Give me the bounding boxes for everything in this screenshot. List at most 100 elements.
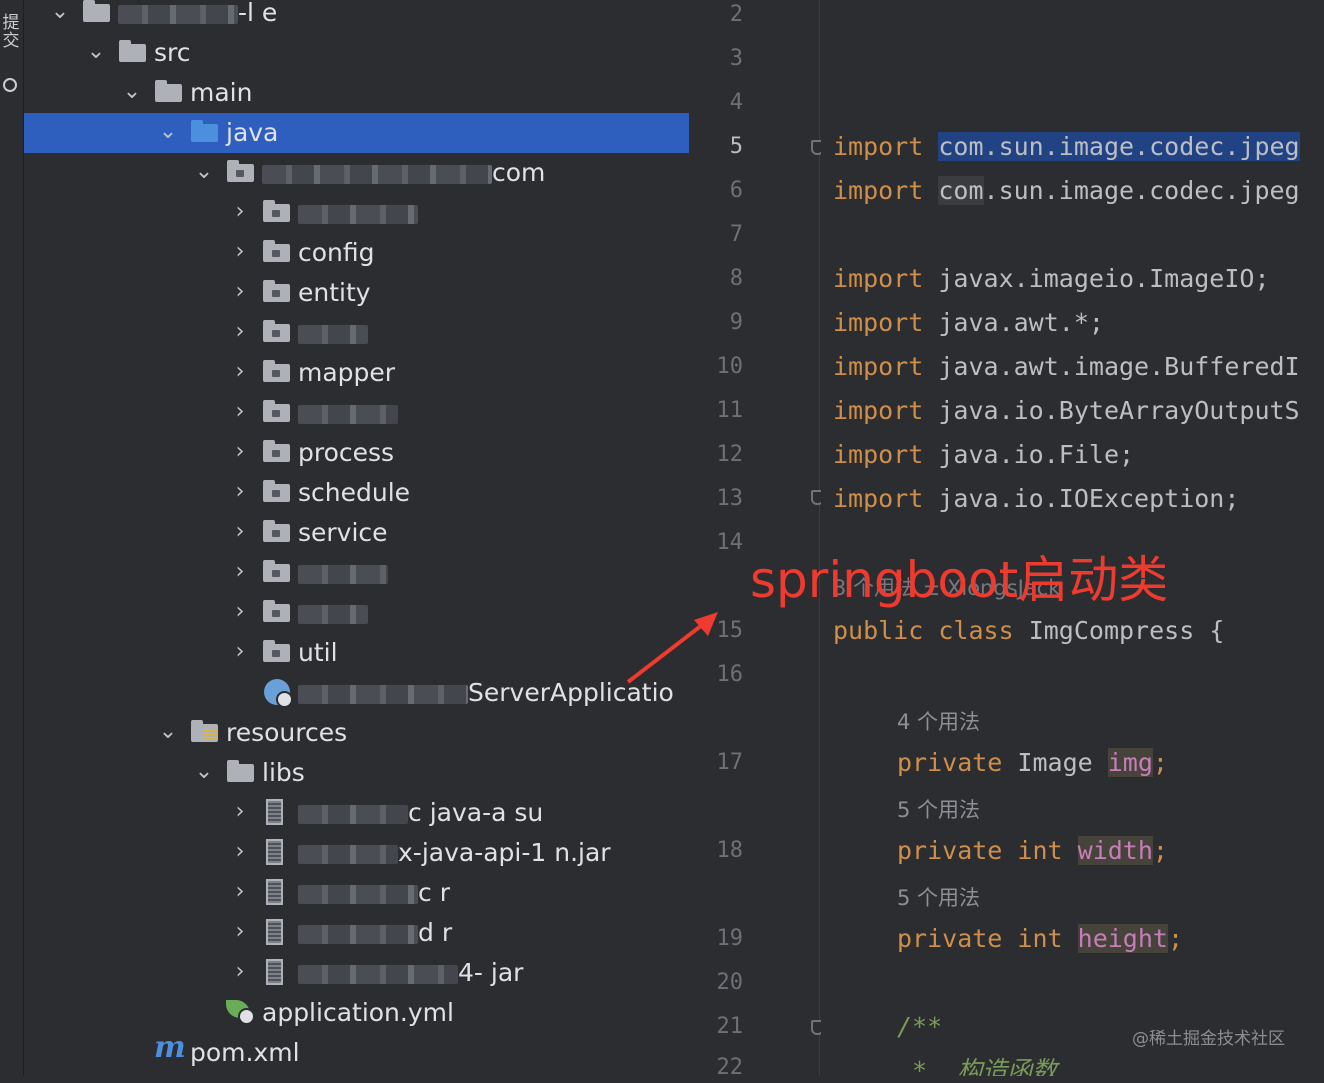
chevron-down-icon[interactable]: ⌄ — [84, 33, 108, 73]
commit-tool-tab[interactable]: 提交 — [1, 14, 21, 50]
code-editor[interactable]: import com.sun.image.codec.jpeg import c… — [821, 0, 1324, 1076]
chevron-down-icon[interactable]: ⌄ — [156, 713, 180, 753]
tree-row-jar-2[interactable]: › x-java-api-1 n.jar — [24, 833, 689, 873]
line-number: 11 — [716, 398, 744, 423]
tree-row-application-yml[interactable]: application.yml — [24, 993, 689, 1033]
chevron-right-icon[interactable]: › — [228, 873, 252, 913]
tree-row-label: process — [298, 433, 394, 473]
tree-row-schedule[interactable]: › schedule — [24, 473, 689, 513]
tree-row-label: service — [298, 513, 388, 553]
class-declaration: public class ImgCompress { — [833, 616, 1225, 645]
folder-icon — [118, 40, 148, 64]
redacted-text — [262, 164, 492, 184]
tree-row-entity[interactable]: › entity — [24, 273, 689, 313]
chevron-right-icon[interactable]: › — [228, 953, 252, 993]
chevron-right-icon[interactable]: › — [228, 913, 252, 953]
line-number: 15 — [716, 618, 744, 643]
chevron-right-icon[interactable]: › — [228, 273, 252, 313]
chevron-down-icon[interactable]: ⌄ — [156, 113, 180, 153]
package-icon — [262, 200, 292, 224]
tree-row-label: pom.xml — [190, 1033, 300, 1073]
tree-row-label: java — [226, 113, 278, 153]
tree-row-com[interactable]: ⌄ com — [24, 153, 689, 193]
resources-folder-icon — [190, 720, 220, 744]
annotation-label: springboot启动类 — [750, 551, 1169, 609]
line-number: 8 — [729, 266, 743, 291]
tree-row-label: util — [298, 633, 338, 673]
tree-row-text: config — [298, 238, 375, 267]
spring-boot-class-icon — [262, 679, 293, 708]
tree-row-jar-3[interactable]: › c r — [24, 873, 689, 913]
tree-row-jar-1[interactable]: › c java-a su — [24, 793, 689, 833]
tree-row-text: c java-a su — [408, 798, 544, 827]
javadoc-open: /** — [897, 1012, 943, 1041]
tree-row-jar-4[interactable]: › d r — [24, 913, 689, 953]
tree-row-pom-xml[interactable]: m pom.xml — [24, 1030, 689, 1073]
redacted-text — [298, 684, 468, 704]
tree-row-text: util — [298, 638, 338, 667]
tree-row-server-application[interactable]: ServerApplicatio — [24, 673, 689, 713]
tree-row-pkg-hidden-2[interactable]: › — [24, 313, 689, 353]
editor-gutter: 2 3 4 5 6 7 8 9 10 11 12 13 14 15 16 17 18 19 20 21 22 — [689, 0, 824, 1080]
tree-row-pkg-hidden-5[interactable]: › — [24, 593, 689, 633]
chevron-right-icon[interactable]: › — [228, 833, 252, 873]
usage-hint-width[interactable]: 5 个用法 — [897, 794, 980, 824]
import-line-6: import com.sun.image.codec.jpeg — [833, 176, 1300, 205]
tree-row-text: mapper — [298, 358, 396, 387]
tree-row-pkg-hidden-3[interactable]: › — [24, 393, 689, 433]
chevron-right-icon[interactable]: › — [228, 793, 252, 833]
folder-icon — [226, 760, 256, 784]
tree-row-pkg-hidden-4[interactable]: › — [24, 553, 689, 593]
chevron-down-icon[interactable]: ⌄ — [192, 753, 216, 793]
tree-row-src[interactable]: ⌄ src — [24, 33, 689, 73]
chevron-down-icon[interactable]: ⌄ — [120, 73, 144, 113]
tree-row-config[interactable]: › config — [24, 233, 689, 273]
line-number: 14 — [716, 530, 744, 555]
usage-hint-img[interactable]: 4 个用法 — [897, 706, 980, 736]
chevron-right-icon[interactable]: › — [228, 193, 252, 233]
chevron-right-icon[interactable]: › — [228, 473, 252, 513]
chevron-down-icon[interactable]: ⌄ — [192, 153, 216, 193]
package-icon — [262, 280, 292, 304]
tree-row-label: application.yml — [262, 993, 454, 1033]
tree-row-resources[interactable]: ⌄ resources — [24, 713, 689, 753]
chevron-down-icon[interactable]: ⌄ — [48, 0, 72, 33]
usage-hint-height[interactable]: 5 个用法 — [897, 882, 980, 912]
line-number: 19 — [716, 926, 744, 951]
jar-icon — [262, 799, 292, 825]
tree-row-process[interactable]: › process — [24, 433, 689, 473]
tree-row-libs[interactable]: ⌄ libs — [24, 753, 689, 793]
chevron-right-icon[interactable]: › — [228, 313, 252, 353]
line-number: 20 — [716, 970, 744, 995]
package-icon — [262, 240, 292, 264]
field-img: private Image img; — [897, 748, 1168, 777]
project-tree[interactable]: ⌄ -l e ⌄ src ⌄ main ⌄ java ⌄ com › › config › entity › ›… — [24, 0, 689, 1076]
import-line-8: import javax.imageio.ImageIO; — [833, 264, 1270, 293]
spring-yml-icon — [226, 1000, 256, 1025]
chevron-right-icon[interactable]: › — [228, 433, 252, 473]
tree-row-pkg-hidden-1[interactable]: › — [24, 193, 689, 233]
package-icon — [262, 640, 292, 664]
tree-row-project[interactable]: ⌄ -l e — [24, 0, 689, 33]
tree-row-service[interactable]: › service — [24, 513, 689, 553]
tree-row-java[interactable]: ⌄ java — [24, 113, 689, 153]
tree-row-jar-5[interactable]: › 4- jar — [24, 953, 689, 993]
tree-row-util[interactable]: › util — [24, 633, 689, 673]
chevron-right-icon[interactable]: › — [228, 633, 252, 673]
field-height: private int height; — [897, 924, 1184, 953]
chevron-right-icon[interactable]: › — [228, 353, 252, 393]
chevron-right-icon[interactable]: › — [228, 513, 252, 553]
tree-row-mapper[interactable]: › mapper — [24, 353, 689, 393]
chevron-right-icon[interactable]: › — [228, 553, 252, 593]
chevron-right-icon[interactable]: › — [228, 393, 252, 433]
maven-icon: m — [154, 1030, 186, 1065]
tree-row-main[interactable]: ⌄ main — [24, 73, 689, 113]
import-line-12: import java.io.File; — [833, 440, 1135, 469]
javadoc-line: * 构造函数 — [897, 1056, 1058, 1076]
chevron-right-icon[interactable]: › — [228, 233, 252, 273]
folder-icon — [154, 80, 184, 104]
chevron-right-icon[interactable]: › — [228, 593, 252, 633]
tree-row-label: resources — [226, 713, 347, 753]
jar-icon — [262, 839, 292, 865]
redacted-text — [298, 844, 398, 864]
